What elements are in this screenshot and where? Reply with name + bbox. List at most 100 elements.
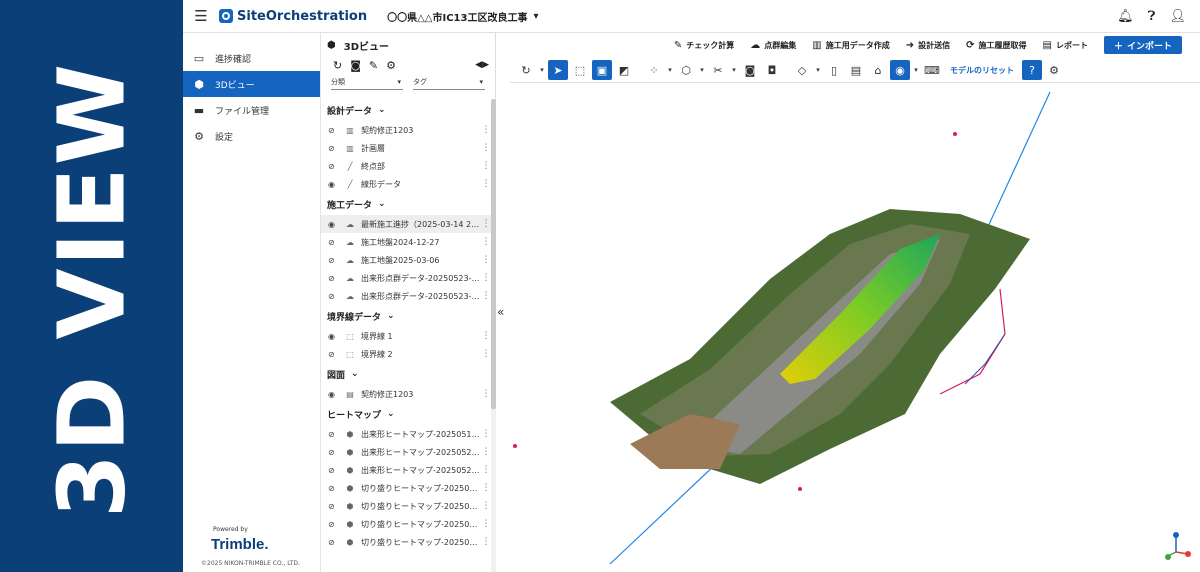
project-selector[interactable]: 〇〇県△△市IC13工区改良工事 ▾ [387,9,538,24]
eye-off-icon[interactable]: ⊘ [328,292,342,301]
select-box-icon[interactable]: ⬚ [570,60,590,80]
chevron-down-icon[interactable]: ▾ [814,60,822,80]
menu-icon[interactable]: ☰ [183,7,219,25]
help-pin-icon[interactable]: ? [1022,60,1042,80]
category-filter[interactable]: 分類 ▾ [331,75,403,90]
layer-row[interactable]: ⊘ ⬚ 境界線 2 ⋮ [321,345,491,363]
eye-off-icon[interactable]: ⊘ [328,502,342,511]
section-icon[interactable]: ◩ [614,60,634,80]
layer-row[interactable]: ◉ ╱ 線形データ ⋮ [321,175,491,193]
more-options-icon[interactable]: ⋮ [481,465,491,475]
eye-icon[interactable]: ◉ [328,220,342,229]
action-cloud-button[interactable]: ☁ 点群編集 [750,40,796,51]
layer-group-header[interactable]: 図面 ⌄ [321,363,491,385]
more-options-icon[interactable]: ⋮ [481,219,491,229]
orbit-icon[interactable]: ↻ [516,60,536,80]
layer-row[interactable]: ◉ ☁ 最新施工進捗（2025-03-14 2… ⋮ [321,215,491,233]
layer-row[interactable]: ⊘ ▥ 計画層 ⋮ [321,139,491,157]
layer-row[interactable]: ⊘ ⬢ 切り盛りヒートマップ-20250… ⋮ [321,497,491,515]
pencil-icon[interactable]: ✎ [369,59,378,72]
more-options-icon[interactable]: ⋮ [481,447,491,457]
chevron-down-icon[interactable]: ▾ [912,60,920,80]
chevron-down-icon[interactable]: ▾ [538,60,546,80]
more-options-icon[interactable]: ⋮ [481,161,491,171]
point-cloud-canvas[interactable] [510,84,1200,572]
reset-model-link[interactable]: モデルのリセット [950,65,1014,76]
camera-icon[interactable]: ◙ [740,60,760,80]
cube-view-icon[interactable]: ◇ [792,60,812,80]
measure-point-icon[interactable]: ⁘ [644,60,664,80]
more-options-icon[interactable]: ⋮ [481,519,491,529]
layer-row[interactable]: ◉ ▤ 契約修正1203 ⋮ [321,385,491,403]
tag-filter[interactable]: タグ ▾ [413,75,485,90]
more-options-icon[interactable]: ⋮ [481,273,491,283]
book-icon[interactable]: ▯ [824,60,844,80]
layer-group-header[interactable]: 施工データ ⌄ [321,193,491,215]
eye-off-icon[interactable]: ⊘ [328,238,342,247]
layer-row[interactable]: ⊘ ☁ 施工地盤2025-03-06 ⋮ [321,251,491,269]
eye-off-icon[interactable]: ⊘ [328,520,342,529]
scissors-icon[interactable]: ✂ [708,60,728,80]
eye-off-icon[interactable]: ⊘ [328,350,342,359]
action-arrow-right-button[interactable]: ➜ 設計送信 [906,40,950,51]
scrollbar[interactable] [491,99,496,572]
more-options-icon[interactable]: ⋮ [481,349,491,359]
more-options-icon[interactable]: ⋮ [481,331,491,341]
more-options-icon[interactable]: ⋮ [481,143,491,153]
layer-row[interactable]: ◉ ⬚ 境界線 1 ⋮ [321,327,491,345]
eye-off-icon[interactable]: ⊘ [328,144,342,153]
more-options-icon[interactable]: ⋮ [481,291,491,301]
pointer-icon[interactable]: ➤ [548,60,568,80]
layer-group-header[interactable]: 設計データ ⌄ [321,99,491,121]
chevron-down-icon[interactable]: ▾ [730,60,738,80]
user-icon[interactable]: 👤︎ [1169,9,1186,24]
layer-group-header[interactable]: ヒートマップ ⌄ [321,403,491,425]
layer-row[interactable]: ⊘ ⬢ 出来形ヒートマップ-2025051… ⋮ [321,425,491,443]
more-options-icon[interactable]: ⋮ [481,537,491,547]
eye-off-icon[interactable]: ⊘ [328,162,342,171]
nav-item-settings[interactable]: ⚙ 設定 [183,123,320,149]
axis-gizmo-icon[interactable] [1164,530,1192,564]
refresh-icon[interactable]: ↻ [333,59,342,72]
eye-off-icon[interactable]: ⊘ [328,538,342,547]
layer-group-header[interactable]: 境界線データ ⌄ [321,305,491,327]
more-options-icon[interactable]: ⋮ [481,179,491,189]
import-button[interactable]: ＋インポート [1103,36,1182,54]
more-options-icon[interactable]: ⋮ [481,501,491,511]
nav-item-3dview[interactable]: ⬢ 3Dビュー [183,71,320,97]
layer-row[interactable]: ⊘ ☁ 出来形点群データ-20250523-… ⋮ [321,287,491,305]
more-options-icon[interactable]: ⋮ [481,483,491,493]
scroll-thumb[interactable] [491,99,496,409]
chevron-down-icon[interactable]: ▾ [666,60,674,80]
eye-icon[interactable]: ◉ [328,180,342,189]
eye-icon[interactable]: ◉ [328,332,342,341]
keyboard-icon[interactable]: ⌨ [922,60,942,80]
eye-off-icon[interactable]: ⊘ [328,256,342,265]
more-options-icon[interactable]: ⋮ [481,429,491,439]
eye-icon[interactable]: ◉ [890,60,910,80]
layer-row[interactable]: ⊘ ⬢ 切り盛りヒートマップ-20250… ⋮ [321,479,491,497]
nav-item-progress[interactable]: ▭ 進捗確認 [183,45,320,71]
help-icon[interactable]: ❓︎ [1148,9,1156,24]
layer-row[interactable]: ⊘ ⬢ 切り盛りヒートマップ-20250… ⋮ [321,515,491,533]
eye-off-icon[interactable]: ⊘ [328,126,342,135]
more-options-icon[interactable]: ⋮ [481,125,491,135]
layer-row[interactable]: ⊘ ╱ 終点部 ⋮ [321,157,491,175]
layer-row[interactable]: ⊘ ⬢ 出来形ヒートマップ-2025052… ⋮ [321,461,491,479]
gear-icon[interactable]: ⚙ [1044,60,1064,80]
layer-row[interactable]: ⊘ ☁ 出来形点群データ-20250523-… ⋮ [321,269,491,287]
layer-icon[interactable]: ⌂ [868,60,888,80]
layer-row[interactable]: ⊘ ☁ 施工地盤2024-12-27 ⋮ [321,233,491,251]
camera-icon[interactable]: ◙ [350,59,361,72]
bell-icon[interactable]: 🔔︎ [1117,9,1134,24]
layer-row[interactable]: ⊘ ⬢ 切り盛りヒートマップ-20250… ⋮ [321,533,491,551]
camera-settings-icon[interactable]: ◘ [762,60,782,80]
eye-icon[interactable]: ◉ [328,390,342,399]
nav-item-files[interactable]: ▬ ファイル管理 [183,97,320,123]
layer-row[interactable]: ⊘ ⬢ 出来形ヒートマップ-2025052… ⋮ [321,443,491,461]
3d-viewer[interactable] [510,84,1200,572]
eye-off-icon[interactable]: ⊘ [328,274,342,283]
polygon-icon[interactable]: ⬡ [676,60,696,80]
collapse-icon[interactable]: ◀▶ [475,60,489,70]
more-options-icon[interactable]: ⋮ [481,389,491,399]
